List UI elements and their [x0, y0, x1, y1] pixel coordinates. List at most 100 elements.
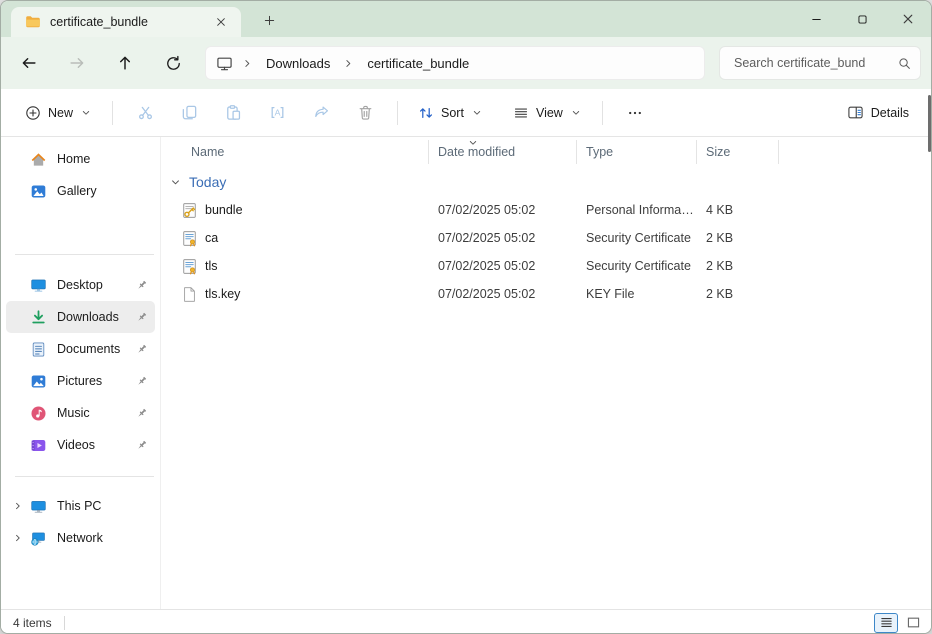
file-type: KEY File	[577, 287, 697, 301]
cut-button[interactable]	[123, 95, 167, 131]
column-header-type[interactable]: Type	[577, 140, 697, 164]
gallery-icon	[29, 183, 47, 200]
sidebar-item-label: Gallery	[57, 184, 135, 198]
file-row[interactable]: ca 07/02/2025 05:02 Security Certificate…	[161, 224, 931, 252]
file-row[interactable]: bundle 07/02/2025 05:02 Personal Informa…	[161, 196, 931, 224]
sidebar-item-home[interactable]: Home	[6, 143, 155, 175]
maximize-icon	[855, 12, 870, 27]
file-date-modified: 07/02/2025 05:02	[429, 231, 577, 245]
file-name-cell[interactable]: tls	[161, 258, 429, 275]
sidebar-item-music[interactable]: Music	[6, 397, 155, 429]
file-date-modified: 07/02/2025 05:02	[429, 259, 577, 273]
file-name-cell[interactable]: bundle	[161, 202, 429, 219]
more-options-button[interactable]	[613, 95, 657, 131]
sort-button[interactable]: Sort	[408, 99, 493, 127]
close-button[interactable]	[885, 1, 931, 37]
file-rows: bundle 07/02/2025 05:02 Personal Informa…	[161, 196, 931, 308]
search-box	[719, 46, 921, 80]
back-button[interactable]	[13, 47, 45, 79]
rename-button[interactable]	[255, 95, 299, 131]
file-name: bundle	[205, 203, 243, 217]
downloads-icon	[29, 309, 47, 326]
share-icon	[313, 104, 330, 121]
tab-close-button[interactable]	[209, 10, 233, 34]
sidebar-item-this-pc[interactable]: This PC	[6, 490, 155, 522]
file-size: 2 KB	[697, 259, 779, 273]
close-icon	[900, 11, 916, 27]
sidebar-item-label: Videos	[57, 438, 135, 452]
details-view-toggle[interactable]	[874, 613, 898, 633]
chevron-right-icon[interactable]	[241, 57, 254, 70]
chevron-down-icon	[80, 107, 92, 119]
sidebar-item-documents[interactable]: Documents	[6, 333, 155, 365]
expand-chevron-icon[interactable]	[6, 500, 29, 512]
file-explorer-window: certificate_bundle Downloads certificate…	[0, 0, 932, 634]
up-button[interactable]	[109, 47, 141, 79]
forward-button[interactable]	[61, 47, 93, 79]
chevron-down-icon	[471, 107, 483, 119]
minimize-button[interactable]	[793, 1, 839, 37]
pin-icon	[135, 407, 148, 420]
file-size: 4 KB	[697, 203, 779, 217]
network-icon	[29, 530, 47, 547]
group-header-today[interactable]: Today	[169, 174, 931, 190]
sidebar-item-label: Pictures	[57, 374, 135, 388]
column-header-name[interactable]: Name	[161, 140, 429, 164]
sidebar-item-pictures[interactable]: Pictures	[6, 365, 155, 397]
status-divider	[64, 616, 65, 630]
search-icon[interactable]	[897, 56, 912, 71]
file-type: Personal Informati...	[577, 203, 697, 217]
details-toggle-icon	[879, 615, 894, 630]
certificate-icon	[181, 230, 198, 247]
paste-button[interactable]	[211, 95, 255, 131]
view-button[interactable]: View	[503, 99, 592, 127]
tab-bar: certificate_bundle	[1, 1, 931, 37]
group-collapse-chevron-icon[interactable]	[169, 176, 182, 189]
new-tab-button[interactable]	[255, 6, 283, 34]
file-row[interactable]: tls.key 07/02/2025 05:02 KEY File 2 KB	[161, 280, 931, 308]
file-name-cell[interactable]: ca	[161, 230, 429, 247]
thumbnails-view-toggle[interactable]	[901, 613, 925, 633]
scrollbar-thumb[interactable]	[928, 95, 931, 152]
breadcrumb-downloads[interactable]: Downloads	[258, 53, 338, 74]
sort-indicator-icon	[467, 137, 479, 149]
toolbar-divider	[602, 101, 603, 125]
breadcrumb-certificate-bundle[interactable]: certificate_bundle	[359, 53, 477, 74]
file-name: ca	[205, 231, 218, 245]
file-row[interactable]: tls 07/02/2025 05:02 Security Certificat…	[161, 252, 931, 280]
delete-button[interactable]	[343, 95, 387, 131]
main-area: Home Gallery Desktop Downloads Documents…	[1, 137, 931, 609]
file-date-modified: 07/02/2025 05:02	[429, 203, 577, 217]
certificate-key-icon	[181, 202, 198, 219]
sidebar-item-desktop[interactable]: Desktop	[6, 269, 155, 301]
copy-button[interactable]	[167, 95, 211, 131]
plus-icon	[262, 13, 277, 28]
refresh-button[interactable]	[157, 47, 189, 79]
pin-icon	[135, 375, 148, 388]
sidebar-item-network[interactable]: Network	[6, 522, 155, 554]
sidebar-item-videos[interactable]: Videos	[6, 429, 155, 461]
sidebar-item-label: Downloads	[57, 310, 135, 324]
file-type: Security Certificate	[577, 231, 697, 245]
details-pane-button[interactable]: Details	[837, 98, 919, 127]
view-lines-icon	[513, 105, 529, 121]
file-name-cell[interactable]: tls.key	[161, 286, 429, 303]
sidebar: Home Gallery Desktop Downloads Documents…	[1, 137, 161, 609]
minimize-icon	[809, 12, 824, 27]
explorer-tab[interactable]: certificate_bundle	[11, 7, 241, 37]
maximize-button[interactable]	[839, 1, 885, 37]
expand-chevron-icon[interactable]	[6, 532, 29, 544]
close-icon	[214, 15, 228, 29]
details-panel-icon	[847, 104, 864, 121]
share-button[interactable]	[299, 95, 343, 131]
chevron-right-icon[interactable]	[342, 57, 355, 70]
column-header-size[interactable]: Size	[697, 140, 779, 164]
status-bar: 4 items	[1, 609, 931, 634]
column-header-date-modified[interactable]: Date modified	[429, 140, 577, 164]
address-bar[interactable]: Downloads certificate_bundle	[205, 46, 705, 80]
new-button[interactable]: New	[15, 99, 102, 127]
sidebar-list: Home Gallery Desktop Downloads Documents…	[1, 143, 160, 554]
search-input[interactable]	[734, 56, 897, 70]
sidebar-item-gallery[interactable]: Gallery	[6, 175, 155, 207]
sidebar-item-downloads[interactable]: Downloads	[6, 301, 155, 333]
